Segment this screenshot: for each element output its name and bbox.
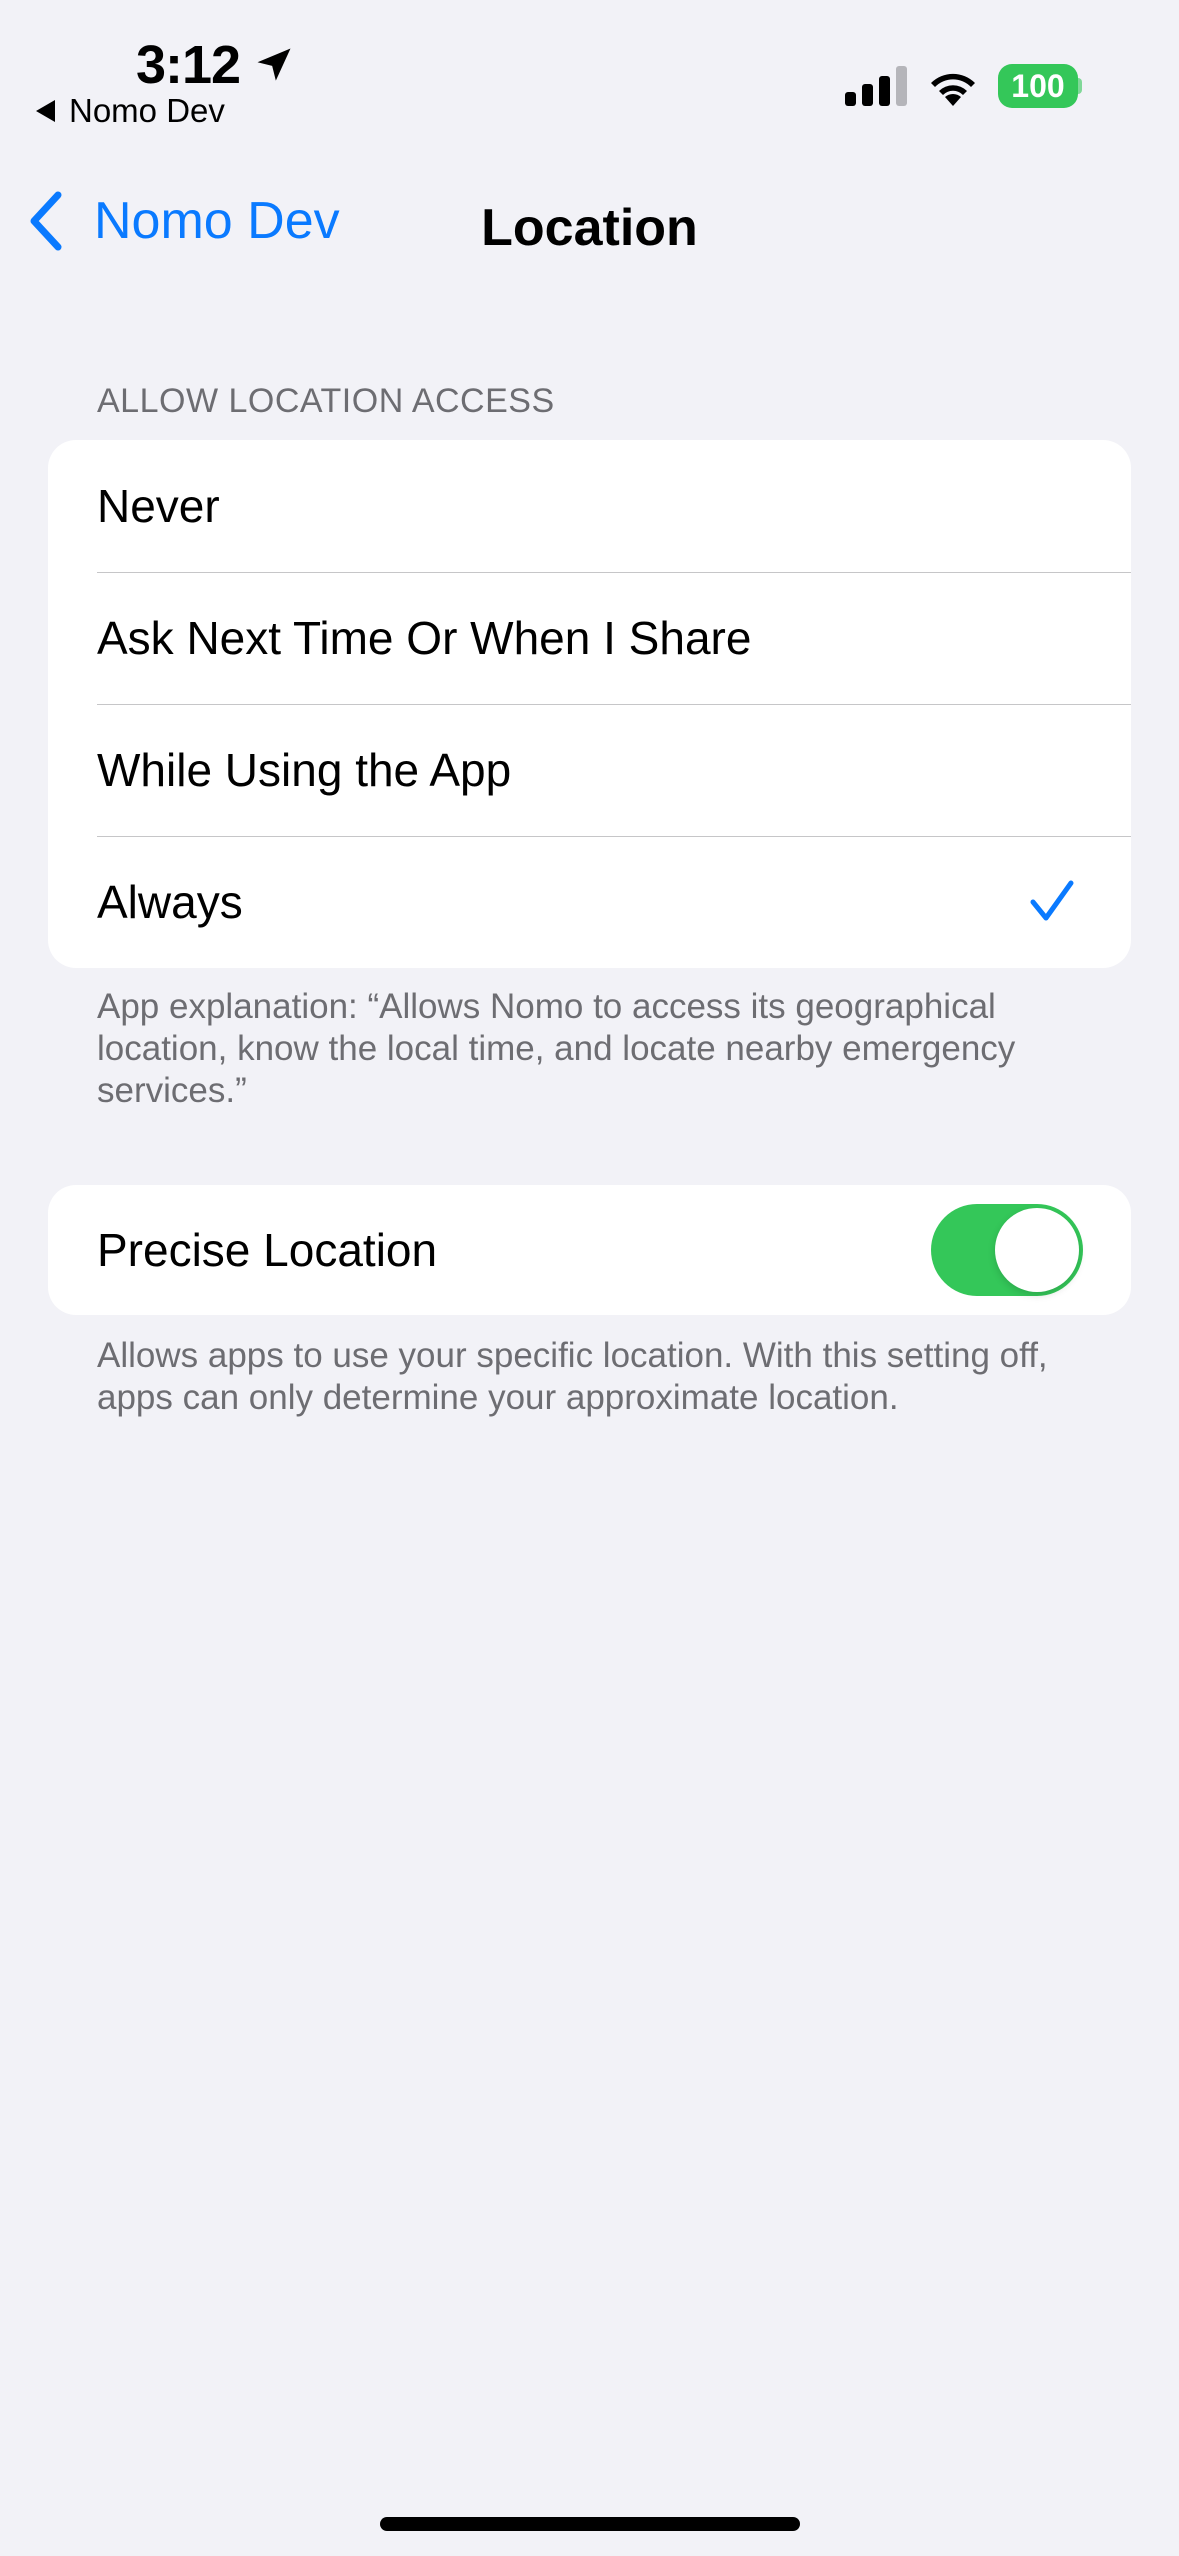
- battery-tip: [1076, 78, 1082, 94]
- wifi-icon: [931, 73, 975, 106]
- app-explanation-text: App explanation: “Allows Nomo to access …: [97, 987, 1016, 1110]
- section-header-location-access: ALLOW LOCATION ACCESS: [97, 382, 555, 420]
- toggle-knob: [995, 1208, 1079, 1292]
- battery-level: 100: [1011, 67, 1065, 104]
- page-title: Location: [481, 199, 698, 257]
- back-to-app-link[interactable]: Nomo Dev: [36, 92, 225, 130]
- option-label: While Using the App: [97, 744, 512, 796]
- option-while-using[interactable]: While Using the App: [48, 704, 1131, 836]
- precise-location-toggle[interactable]: [931, 1204, 1083, 1296]
- option-label: Ask Next Time Or When I Share: [97, 612, 752, 664]
- option-never[interactable]: Never: [48, 440, 1131, 572]
- battery-icon: 100: [998, 64, 1078, 108]
- option-label: Always: [97, 876, 243, 928]
- home-indicator[interactable]: [380, 2517, 800, 2531]
- status-time-group: 3:12: [136, 34, 296, 96]
- status-bar: 3:12 Nomo Dev 100: [0, 0, 1179, 150]
- cellular-signal-icon: [845, 66, 907, 106]
- location-access-options: Never Ask Next Time Or When I Share Whil…: [48, 440, 1131, 968]
- back-triangle-icon: [36, 100, 55, 122]
- status-time: 3:12: [136, 35, 241, 95]
- precise-location-description: Allows apps to use your specific locatio…: [97, 1336, 1048, 1417]
- precise-location-row: Precise Location: [48, 1185, 1131, 1315]
- precise-location-group: Precise Location: [48, 1185, 1131, 1315]
- option-ask-next-time[interactable]: Ask Next Time Or When I Share: [48, 572, 1131, 704]
- checkmark-icon: [1030, 880, 1074, 921]
- back-to-app-label: Nomo Dev: [69, 92, 225, 129]
- option-always[interactable]: Always: [48, 836, 1131, 968]
- precise-location-label: Precise Location: [97, 1224, 438, 1276]
- location-arrow-icon: [257, 48, 291, 81]
- option-label: Never: [97, 480, 220, 532]
